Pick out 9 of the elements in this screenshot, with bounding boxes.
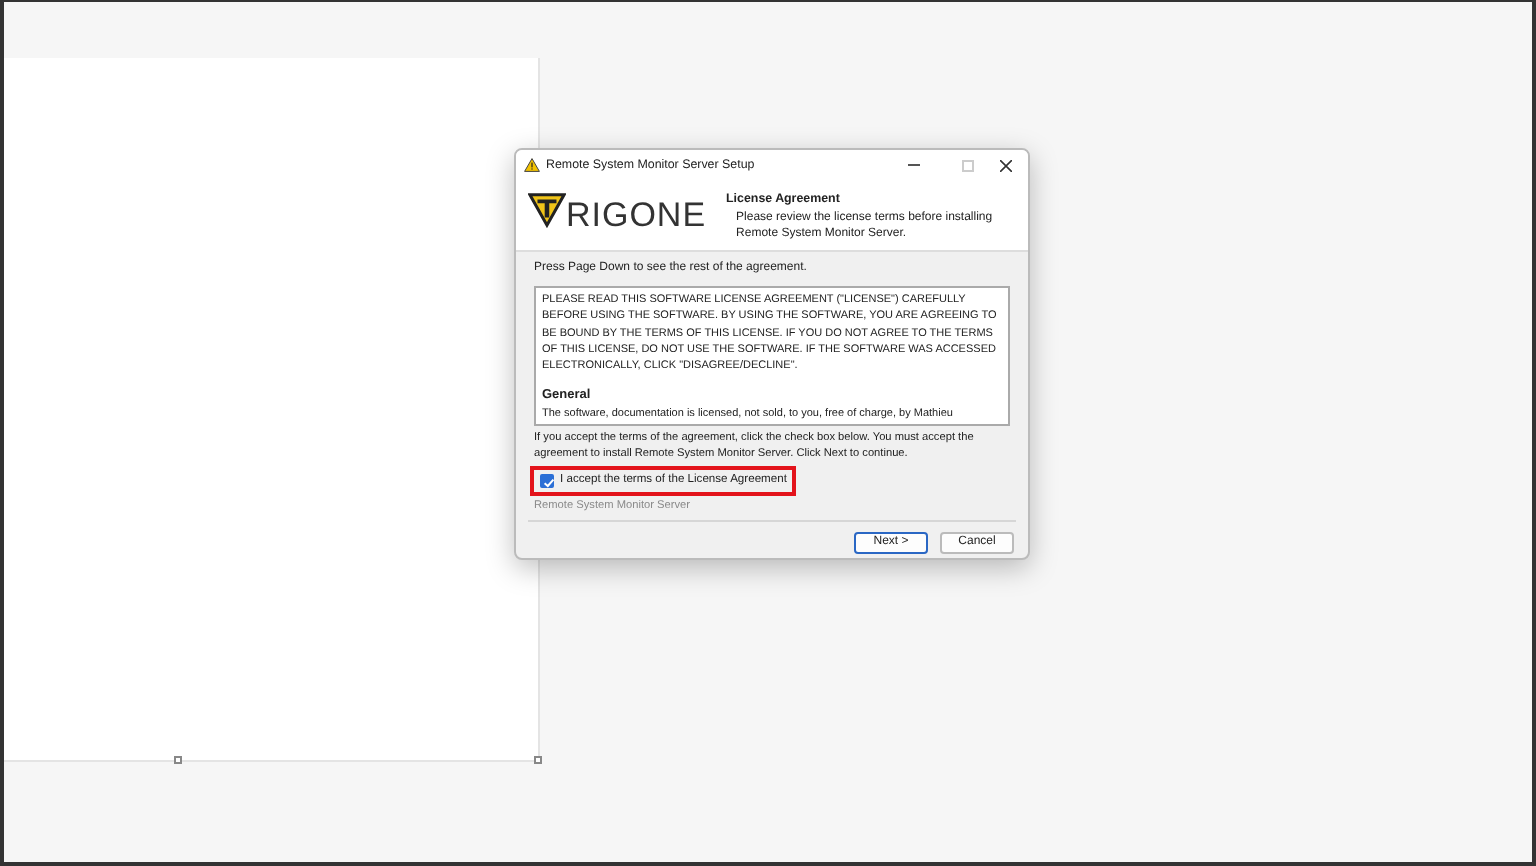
resize-handle[interactable] xyxy=(174,756,182,764)
warning-icon xyxy=(524,158,540,172)
minimize-icon[interactable] xyxy=(908,163,920,167)
close-icon[interactable] xyxy=(1000,159,1012,171)
logo-text: RIGONE xyxy=(565,198,707,232)
license-text-box[interactable] xyxy=(534,286,1010,426)
checkbox[interactable] xyxy=(540,473,554,488)
logo-icon xyxy=(528,192,566,228)
resize-handle[interactable] xyxy=(534,756,542,764)
